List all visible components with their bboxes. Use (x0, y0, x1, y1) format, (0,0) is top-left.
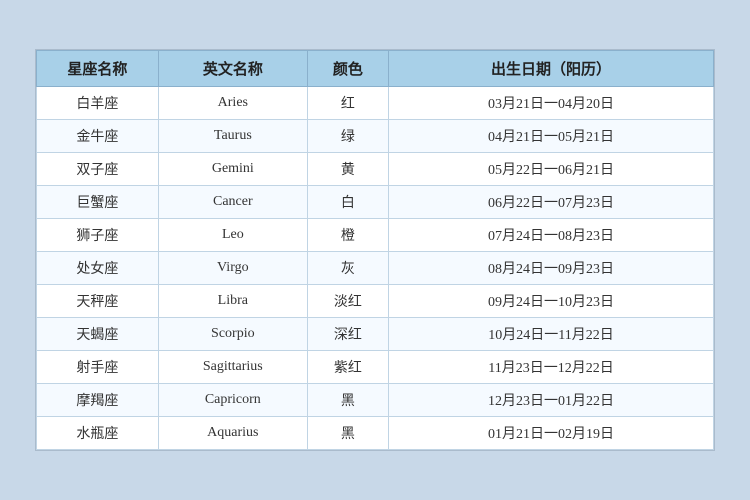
cell-row9-col1: Capricorn (158, 384, 307, 417)
cell-row2-col0: 双子座 (37, 153, 159, 186)
table-row: 射手座Sagittarius紫红11月23日一12月22日 (37, 351, 714, 384)
zodiac-table: 星座名称 英文名称 颜色 出生日期（阳历） 白羊座Aries红03月21日一04… (36, 50, 714, 450)
table-row: 水瓶座Aquarius黑01月21日一02月19日 (37, 417, 714, 450)
table-header-row: 星座名称 英文名称 颜色 出生日期（阳历） (37, 51, 714, 87)
cell-row4-col2: 橙 (307, 219, 388, 252)
table-row: 处女座Virgo灰08月24日一09月23日 (37, 252, 714, 285)
table-row: 摩羯座Capricorn黑12月23日一01月22日 (37, 384, 714, 417)
cell-row9-col0: 摩羯座 (37, 384, 159, 417)
cell-row5-col3: 08月24日一09月23日 (389, 252, 714, 285)
cell-row5-col1: Virgo (158, 252, 307, 285)
cell-row8-col3: 11月23日一12月22日 (389, 351, 714, 384)
cell-row6-col1: Libra (158, 285, 307, 318)
cell-row10-col0: 水瓶座 (37, 417, 159, 450)
cell-row6-col2: 淡红 (307, 285, 388, 318)
cell-row0-col3: 03月21日一04月20日 (389, 87, 714, 120)
cell-row7-col1: Scorpio (158, 318, 307, 351)
table-body: 白羊座Aries红03月21日一04月20日金牛座Taurus绿04月21日一0… (37, 87, 714, 450)
cell-row1-col0: 金牛座 (37, 120, 159, 153)
cell-row0-col0: 白羊座 (37, 87, 159, 120)
table-row: 天蝎座Scorpio深红10月24日一11月22日 (37, 318, 714, 351)
zodiac-table-container: 星座名称 英文名称 颜色 出生日期（阳历） 白羊座Aries红03月21日一04… (35, 49, 715, 451)
cell-row9-col3: 12月23日一01月22日 (389, 384, 714, 417)
cell-row7-col3: 10月24日一11月22日 (389, 318, 714, 351)
table-row: 白羊座Aries红03月21日一04月20日 (37, 87, 714, 120)
cell-row1-col1: Taurus (158, 120, 307, 153)
cell-row10-col1: Aquarius (158, 417, 307, 450)
cell-row3-col1: Cancer (158, 186, 307, 219)
cell-row10-col3: 01月21日一02月19日 (389, 417, 714, 450)
cell-row0-col2: 红 (307, 87, 388, 120)
header-english-name: 英文名称 (158, 51, 307, 87)
cell-row10-col2: 黑 (307, 417, 388, 450)
header-chinese-name: 星座名称 (37, 51, 159, 87)
cell-row6-col3: 09月24日一10月23日 (389, 285, 714, 318)
cell-row7-col2: 深红 (307, 318, 388, 351)
cell-row8-col1: Sagittarius (158, 351, 307, 384)
table-row: 金牛座Taurus绿04月21日一05月21日 (37, 120, 714, 153)
table-row: 双子座Gemini黄05月22日一06月21日 (37, 153, 714, 186)
cell-row9-col2: 黑 (307, 384, 388, 417)
cell-row1-col3: 04月21日一05月21日 (389, 120, 714, 153)
cell-row2-col2: 黄 (307, 153, 388, 186)
cell-row6-col0: 天秤座 (37, 285, 159, 318)
table-row: 天秤座Libra淡红09月24日一10月23日 (37, 285, 714, 318)
cell-row4-col0: 狮子座 (37, 219, 159, 252)
cell-row7-col0: 天蝎座 (37, 318, 159, 351)
cell-row3-col2: 白 (307, 186, 388, 219)
cell-row3-col3: 06月22日一07月23日 (389, 186, 714, 219)
cell-row8-col2: 紫红 (307, 351, 388, 384)
cell-row4-col1: Leo (158, 219, 307, 252)
cell-row5-col0: 处女座 (37, 252, 159, 285)
cell-row1-col2: 绿 (307, 120, 388, 153)
cell-row8-col0: 射手座 (37, 351, 159, 384)
cell-row4-col3: 07月24日一08月23日 (389, 219, 714, 252)
cell-row2-col1: Gemini (158, 153, 307, 186)
cell-row5-col2: 灰 (307, 252, 388, 285)
cell-row0-col1: Aries (158, 87, 307, 120)
header-color: 颜色 (307, 51, 388, 87)
table-row: 狮子座Leo橙07月24日一08月23日 (37, 219, 714, 252)
cell-row2-col3: 05月22日一06月21日 (389, 153, 714, 186)
cell-row3-col0: 巨蟹座 (37, 186, 159, 219)
header-date: 出生日期（阳历） (389, 51, 714, 87)
table-row: 巨蟹座Cancer白06月22日一07月23日 (37, 186, 714, 219)
